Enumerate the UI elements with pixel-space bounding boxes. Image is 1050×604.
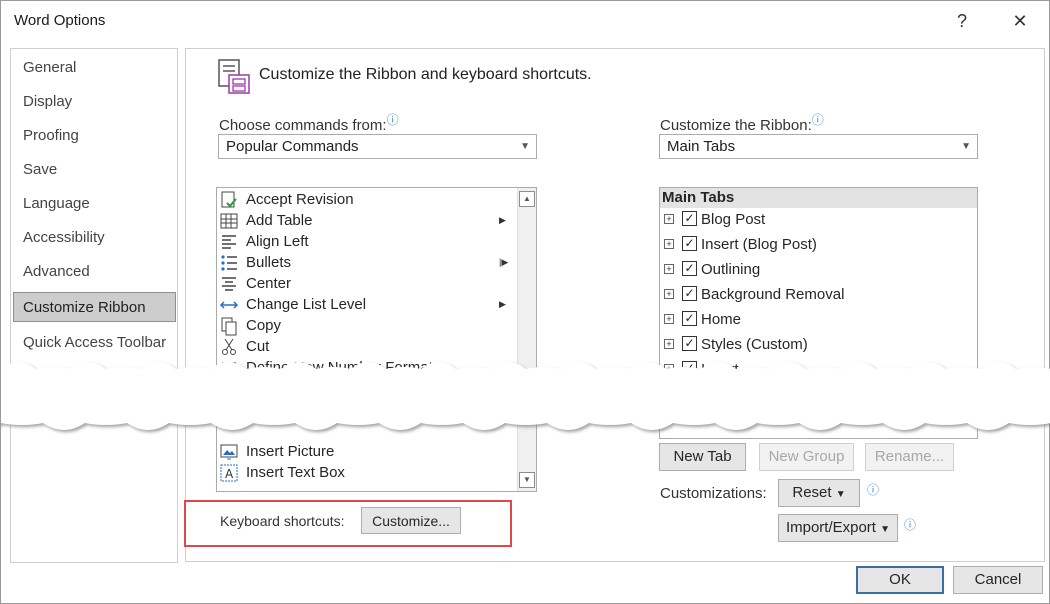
nav-item-display[interactable]: Display bbox=[11, 87, 177, 117]
new-tab-button[interactable]: New Tab bbox=[659, 443, 746, 471]
chevron-down-icon: ▼ bbox=[961, 141, 971, 152]
callout-highlight bbox=[184, 500, 512, 547]
combo-value: Main Tabs bbox=[667, 138, 736, 155]
command-label: Bullets bbox=[246, 254, 292, 271]
customize-ribbon-label: Customize the Ribbon:ⓘ bbox=[660, 113, 824, 134]
commands-list[interactable]: Accept Revision Add Table ▶ Align Left Bulle… bbox=[216, 187, 537, 492]
torn-edge-overlay bbox=[1, 362, 1050, 430]
tab-label: Background Removal bbox=[701, 286, 845, 303]
reset-button[interactable]: Reset ▼ bbox=[778, 479, 860, 507]
accept-revision-icon bbox=[221, 191, 237, 208]
ok-button[interactable]: OK bbox=[856, 566, 944, 594]
tab-checkbox[interactable]: ✓ bbox=[682, 336, 697, 351]
nav-item-customize-ribbon[interactable]: Customize Ribbon bbox=[13, 292, 176, 322]
rename-button[interactable]: Rename... bbox=[865, 443, 954, 471]
command-item[interactable]: Insert Picture bbox=[217, 441, 517, 462]
command-item[interactable]: Align Left bbox=[217, 231, 517, 252]
list-level-icon bbox=[219, 301, 239, 309]
tab-checkbox[interactable]: ✓ bbox=[682, 261, 697, 276]
expand-icon[interactable]: + bbox=[664, 264, 674, 274]
close-button[interactable]: ✕ bbox=[1004, 7, 1036, 35]
chevron-down-icon: ▼ bbox=[520, 141, 530, 152]
ribbon-tab-item[interactable]: + ✓ Blog Post bbox=[660, 207, 977, 232]
ribbon-tab-item[interactable]: + ✓ Home bbox=[660, 307, 977, 332]
customizations-label: Customizations: bbox=[660, 485, 767, 502]
command-item[interactable]: Copy bbox=[217, 315, 517, 336]
command-label: Insert Picture bbox=[246, 443, 335, 460]
tree-header: Main Tabs bbox=[660, 188, 977, 208]
command-label: Change List Level bbox=[246, 296, 367, 313]
nav-item-proofing[interactable]: Proofing bbox=[11, 121, 177, 151]
ribbon-tab-item[interactable]: + ✓ Background Removal bbox=[660, 282, 977, 307]
choose-commands-combo[interactable]: Popular Commands ▼ bbox=[218, 134, 537, 159]
nav-item-language[interactable]: Language bbox=[11, 189, 177, 219]
expand-icon[interactable]: + bbox=[664, 289, 674, 299]
text-box-icon: A bbox=[220, 464, 238, 482]
nav-item-save[interactable]: Save bbox=[11, 155, 177, 185]
command-label: Copy bbox=[246, 317, 282, 334]
nav-item-general[interactable]: General bbox=[11, 53, 177, 83]
command-label: Align Left bbox=[246, 233, 309, 250]
align-left-icon bbox=[222, 235, 236, 249]
picture-icon bbox=[220, 444, 238, 460]
combo-value: Popular Commands bbox=[226, 138, 359, 155]
title-bar: Word Options ? ✕ bbox=[1, 1, 1050, 41]
command-label: Add Table bbox=[246, 212, 313, 229]
info-icon: ⓘ bbox=[386, 113, 399, 127]
expand-icon[interactable]: + bbox=[664, 314, 674, 324]
command-item[interactable]: Change List Level ▶ bbox=[217, 294, 517, 315]
choose-commands-label: Choose commands from:ⓘ bbox=[219, 113, 399, 134]
command-item[interactable]: Bullets |▶ bbox=[217, 252, 517, 273]
submenu-arrow-icon: |▶ bbox=[499, 257, 509, 267]
tab-checkbox[interactable]: ✓ bbox=[682, 311, 697, 326]
command-item[interactable]: Center bbox=[217, 273, 517, 294]
ribbon-tab-item[interactable]: + ✓ Insert (Blog Post) bbox=[660, 232, 977, 257]
submenu-arrow-icon: ▶ bbox=[499, 299, 506, 309]
command-label: Insert Text Box bbox=[246, 464, 345, 481]
scroll-down-icon[interactable]: ▼ bbox=[519, 472, 535, 488]
info-icon: ⓘ bbox=[867, 483, 880, 497]
dropdown-arrow-icon: ▼ bbox=[835, 489, 846, 500]
center-icon bbox=[222, 277, 236, 291]
expand-icon[interactable]: + bbox=[664, 214, 674, 224]
nav-item-accessibility[interactable]: Accessibility bbox=[11, 223, 177, 253]
new-group-button[interactable]: New Group bbox=[759, 443, 854, 471]
tab-label: Home bbox=[701, 311, 742, 328]
tab-checkbox[interactable]: ✓ bbox=[682, 286, 697, 301]
submenu-arrow-icon: ▶ bbox=[499, 215, 506, 225]
tab-checkbox[interactable]: ✓ bbox=[682, 211, 697, 226]
dialog-title: Word Options bbox=[14, 12, 106, 29]
copy-icon bbox=[221, 317, 237, 336]
table-icon bbox=[220, 213, 238, 229]
cancel-button[interactable]: Cancel bbox=[953, 566, 1043, 594]
commands-scrollbar[interactable]: ▲ ▼ bbox=[517, 188, 536, 491]
customize-ribbon-combo[interactable]: Main Tabs ▼ bbox=[659, 134, 978, 159]
command-item[interactable]: Accept Revision bbox=[217, 189, 517, 210]
info-icon: ⓘ bbox=[904, 518, 917, 532]
tab-label: Insert (Blog Post) bbox=[701, 236, 817, 253]
expand-icon[interactable]: + bbox=[664, 339, 674, 349]
nav-item-advanced[interactable]: Advanced bbox=[11, 257, 177, 287]
command-item[interactable]: Add Table ▶ bbox=[217, 210, 517, 231]
help-button[interactable]: ? bbox=[946, 7, 978, 35]
command-label: Center bbox=[246, 275, 292, 292]
scroll-up-icon[interactable]: ▲ bbox=[519, 191, 535, 207]
word-options-dialog: Word Options ? ✕ General Display Proofin… bbox=[0, 0, 1050, 604]
command-item[interactable]: A Insert Text Box bbox=[217, 462, 517, 483]
page-title: Customize the Ribbon and keyboard shortc… bbox=[259, 66, 592, 83]
command-label: Accept Revision bbox=[246, 191, 354, 208]
tab-label: Blog Post bbox=[701, 211, 766, 228]
info-icon: ⓘ bbox=[811, 113, 824, 127]
import-export-button[interactable]: Import/Export ▼ bbox=[778, 514, 898, 542]
customize-ribbon-icon bbox=[218, 59, 250, 94]
bullets-icon bbox=[221, 255, 237, 271]
ribbon-tab-item[interactable]: + ✓ Outlining bbox=[660, 257, 977, 282]
expand-icon[interactable]: + bbox=[664, 239, 674, 249]
options-nav: General Display Proofing Save Language A… bbox=[10, 48, 178, 563]
tab-label: Outlining bbox=[701, 261, 761, 278]
tab-checkbox[interactable]: ✓ bbox=[682, 236, 697, 251]
svg-text:A: A bbox=[225, 467, 234, 481]
dropdown-arrow-icon: ▼ bbox=[880, 524, 891, 535]
